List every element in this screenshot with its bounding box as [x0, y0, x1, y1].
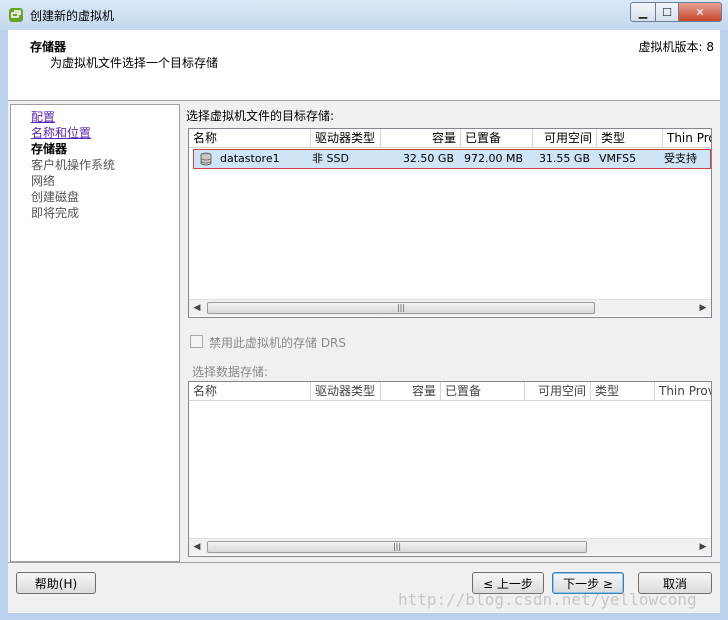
col-provisioned[interactable]: 已置备 [441, 382, 525, 400]
help-button[interactable]: 帮助(H) [16, 572, 96, 594]
datastore-list-label: 选择虚拟机文件的目标存储: [186, 109, 335, 123]
step-config[interactable]: 配置 [31, 109, 55, 125]
disable-drs-checkbox[interactable] [190, 335, 203, 348]
column-header: 名称 驱动器类型 容量 已置备 可用空间 类型 Thin Provi [189, 382, 711, 401]
scroll-left-icon[interactable]: ◀ [189, 300, 205, 316]
disable-drs-label: 禁用此虚拟机的存储 DRS [209, 336, 347, 350]
close-icon[interactable]: ✕ [679, 2, 722, 22]
cell-drive-type: 非 SSD [312, 152, 349, 165]
cell-name: datastore1 [220, 152, 280, 165]
select-datastore-label: 选择数据存储: [192, 365, 269, 379]
step-guest-os: 客户机操作系统 [31, 158, 116, 172]
col-thin[interactable]: Thin Provi [655, 382, 711, 400]
column-header: 名称 驱动器类型 容量 已置备 可用空间 类型 Thin Prov [189, 129, 711, 148]
cell-type: VMFS5 [599, 152, 637, 165]
horizontal-scrollbar[interactable]: ◀ ||| ▶ [189, 538, 711, 555]
col-drive-type[interactable]: 驱动器类型 [311, 129, 381, 147]
window-title: 创建新的虚拟机 [30, 9, 115, 23]
scroll-thumb[interactable]: ||| [207, 302, 595, 314]
table-row[interactable]: datastore1 非 SSD 32.50 GB 972.00 MB 31.5… [193, 149, 711, 169]
step-network: 网络 [31, 174, 56, 188]
cell-free: 31.55 GB [538, 152, 590, 165]
title-bar: 创建新的虚拟机 ▁ ☐ ✕ [0, 0, 728, 30]
col-type[interactable]: 类型 [597, 129, 663, 147]
col-drive-type[interactable]: 驱动器类型 [311, 382, 381, 400]
step-create-disk: 创建磁盘 [31, 190, 80, 204]
step-storage: 存储器 [31, 142, 68, 156]
datastore-list[interactable]: 名称 驱动器类型 容量 已置备 可用空间 类型 Thin Prov datast… [188, 128, 712, 318]
dialog-client: 存储器 为虚拟机文件选择一个目标存储 虚拟机版本: 8 配置 名称和位置 存储器… [8, 30, 720, 613]
watermark: http://blog.csdn.net/yellowcong [398, 590, 697, 609]
col-free[interactable]: 可用空间 [533, 129, 597, 147]
wizard-header: 存储器 为虚拟机文件选择一个目标存储 虚拟机版本: 8 [8, 30, 720, 101]
scroll-thumb[interactable]: ||| [207, 541, 587, 553]
datastore-icon [200, 152, 212, 166]
vm-version: 虚拟机版本: 8 [638, 40, 715, 54]
cell-capacity: 32.50 GB [402, 152, 454, 165]
cell-provisioned: 972.00 MB [464, 152, 524, 165]
datastore-sub-list[interactable]: 名称 驱动器类型 容量 已置备 可用空间 类型 Thin Provi ◀ |||… [188, 381, 712, 557]
col-name[interactable]: 名称 [189, 382, 311, 400]
wizard-steps: 配置 名称和位置 存储器 客户机操作系统 网络 创建磁盘 即将完成 [10, 104, 180, 562]
col-provisioned[interactable]: 已置备 [461, 129, 533, 147]
cell-thin: 受支持 [664, 152, 697, 165]
col-free[interactable]: 可用空间 [525, 382, 591, 400]
col-capacity[interactable]: 容量 [381, 382, 441, 400]
col-type[interactable]: 类型 [591, 382, 655, 400]
minimize-icon[interactable]: ▁ [630, 2, 656, 22]
window-controls: ▁ ☐ ✕ [630, 2, 722, 22]
scroll-left-icon[interactable]: ◀ [189, 539, 205, 555]
page-subtitle: 为虚拟机文件选择一个目标存储 [50, 56, 219, 70]
step-ready: 即将完成 [31, 206, 80, 220]
scroll-right-icon[interactable]: ▶ [695, 539, 711, 555]
vsphere-app-icon [9, 8, 23, 22]
step-name-location[interactable]: 名称和位置 [31, 125, 91, 141]
col-name[interactable]: 名称 [189, 129, 311, 147]
page-title: 存储器 [30, 40, 67, 54]
horizontal-scrollbar[interactable]: ◀ ||| ▶ [189, 299, 711, 316]
col-capacity[interactable]: 容量 [381, 129, 461, 147]
maximize-icon[interactable]: ☐ [656, 2, 679, 22]
col-thin[interactable]: Thin Prov [663, 129, 711, 147]
scroll-right-icon[interactable]: ▶ [695, 300, 711, 316]
